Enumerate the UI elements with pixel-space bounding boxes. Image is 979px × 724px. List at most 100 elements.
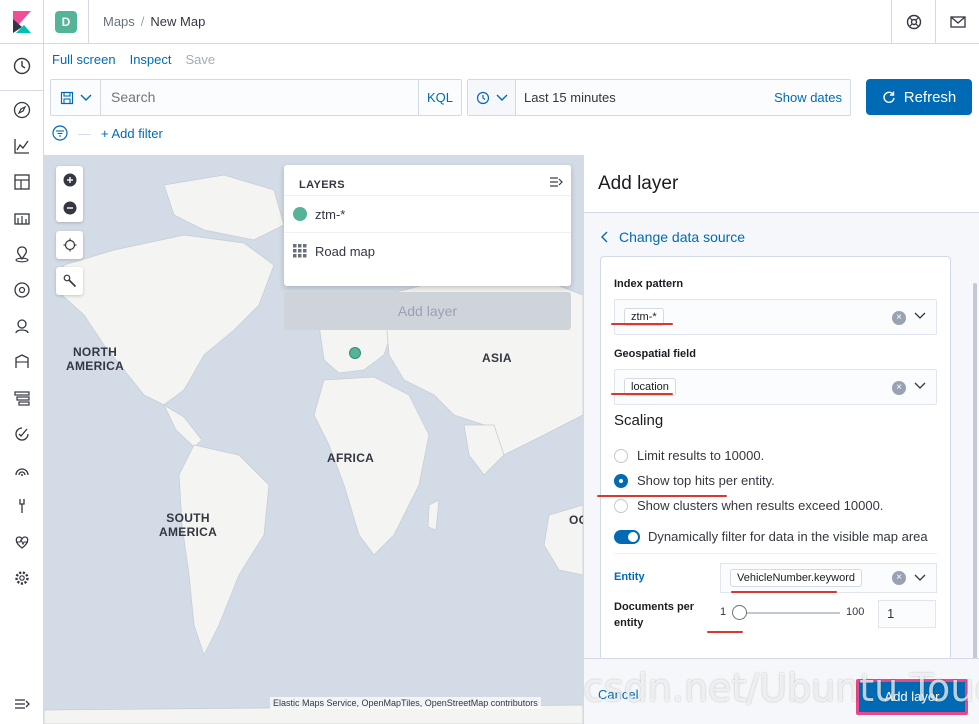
chevron-down-icon [80, 94, 91, 101]
dynamic-filter-switch[interactable] [614, 529, 640, 544]
left-nav [0, 44, 44, 724]
change-data-source-link[interactable]: Change data source [601, 229, 745, 245]
maps-icon[interactable] [12, 244, 32, 264]
map-canvas[interactable]: NORTH AMERICA SOUTH AMERICA AFRICA ASIA … [44, 155, 583, 724]
layer-name: Road map [315, 243, 375, 259]
infra-icon[interactable] [12, 424, 32, 444]
clear-icon[interactable]: × [892, 311, 906, 325]
chevron-down-icon[interactable] [914, 572, 926, 584]
circle-icon [293, 207, 307, 221]
layer-name: ztm-* [315, 206, 346, 222]
query-bar: KQL [50, 79, 462, 116]
breadcrumb-maps[interactable]: Maps [103, 14, 135, 29]
clock-icon[interactable] [12, 56, 32, 76]
layers-panel: LAYERS ztm-* Road map [284, 165, 571, 286]
dev-tools-icon[interactable] [12, 496, 32, 516]
annotation-underline [707, 631, 743, 633]
zoom-out-button[interactable] [56, 194, 83, 222]
filter-options-icon[interactable] [52, 125, 68, 141]
collapse-icon[interactable] [12, 694, 32, 714]
label-oceania: OC [569, 513, 583, 527]
label-north-america: NORTH AMERICA [66, 345, 125, 373]
uptime-icon[interactable] [12, 388, 32, 408]
watermark: csdn.net/Ubuntu Touch [583, 666, 979, 710]
divider [614, 553, 937, 554]
radio-button[interactable] [614, 498, 628, 513]
label-asia: ASIA [482, 351, 512, 365]
entity-marker[interactable] [349, 347, 361, 359]
dynamic-filter-row[interactable]: Dynamically filter for data in the visib… [614, 529, 928, 544]
docs-per-entity-input[interactable]: 1 [878, 600, 936, 628]
zoom-in-button[interactable] [56, 166, 83, 194]
space-avatar[interactable]: D [55, 11, 77, 33]
settings-icon[interactable] [12, 568, 32, 588]
help-button[interactable] [891, 0, 935, 44]
breadcrumb: Maps / New Map [88, 0, 205, 44]
save-icon [60, 91, 73, 104]
annotation-underline [611, 323, 673, 325]
quick-select-button[interactable] [468, 80, 516, 115]
full-screen-link[interactable]: Full screen [52, 52, 116, 67]
radio-top-hits[interactable]: Show top hits per entity. [614, 473, 775, 488]
radio-button-selected[interactable] [614, 473, 628, 488]
breadcrumb-current: New Map [150, 14, 206, 29]
radio-button[interactable] [614, 448, 628, 463]
canvas-icon[interactable] [12, 208, 32, 228]
map-attribution[interactable]: Elastic Maps Service, OpenMapTiles, Open… [270, 697, 541, 709]
radio-label: Show top hits per entity. [637, 473, 775, 488]
clear-icon[interactable]: × [892, 381, 906, 395]
refresh-label: Refresh [903, 88, 957, 106]
chevron-down-icon[interactable] [914, 380, 926, 392]
compass-icon[interactable] [12, 100, 32, 120]
refresh-button[interactable]: Refresh [866, 79, 972, 115]
range-track[interactable] [738, 612, 840, 614]
kql-toggle[interactable]: KQL [418, 80, 461, 115]
dashboard-icon[interactable] [12, 172, 32, 192]
clear-icon[interactable]: × [892, 571, 906, 585]
apm-icon[interactable] [12, 352, 32, 372]
logs-icon[interactable] [12, 460, 32, 480]
top-nav-menu: Full screen Inspect Save [52, 52, 229, 67]
range-max: 100 [846, 606, 865, 618]
layers-title: LAYERS [299, 179, 346, 191]
inspect-link[interactable]: Inspect [130, 52, 172, 67]
show-dates-link[interactable]: Show dates [774, 80, 842, 115]
collapse-layers-button[interactable] [549, 175, 563, 191]
chevron-down-icon[interactable] [914, 310, 926, 322]
entity-label: Entity [614, 571, 645, 583]
change-data-source-label: Change data source [619, 229, 746, 245]
index-pattern-combobox[interactable]: ztm-* × [614, 299, 937, 335]
save-link[interactable]: Save [186, 52, 216, 67]
date-range-text[interactable]: Last 15 minutes [524, 80, 616, 115]
zoom-controls [56, 166, 83, 222]
docs-per-entity-label: Documents per entity [614, 601, 695, 629]
add-layer-button-disabled[interactable]: Add layer [284, 292, 571, 330]
ml-icon[interactable] [12, 280, 32, 300]
radio-clusters[interactable]: Show clusters when results exceed 10000. [614, 498, 883, 513]
radio-limit-results[interactable]: Limit results to 10000. [614, 448, 764, 463]
mail-button[interactable] [935, 0, 979, 44]
range-thumb[interactable] [732, 605, 747, 620]
visualize-icon[interactable] [12, 136, 32, 156]
entity-combobox[interactable]: VehicleNumber.keyword × [720, 563, 937, 593]
kibana-logo[interactable] [0, 0, 44, 44]
scrollbar[interactable] [973, 283, 977, 693]
plus-icon [63, 173, 76, 187]
minus-icon [63, 201, 76, 215]
geo-field-combobox[interactable]: location × [614, 369, 937, 405]
radio-label: Show clusters when results exceed 10000. [637, 498, 884, 513]
label-africa: AFRICA [327, 451, 375, 465]
layer-row-ztm[interactable]: ztm-* [284, 195, 571, 232]
monitoring-icon[interactable] [12, 532, 32, 552]
draw-tools-button[interactable] [56, 267, 83, 295]
scaling-title: Scaling [614, 412, 664, 429]
add-filter-button[interactable]: + Add filter [101, 126, 163, 141]
search-input[interactable] [111, 80, 411, 115]
saved-query-button[interactable] [51, 80, 101, 115]
layer-row-road-map[interactable]: Road map [284, 232, 571, 269]
annotation-underline [611, 393, 673, 395]
set-view-button[interactable] [56, 231, 83, 259]
entity-pill: VehicleNumber.keyword [730, 569, 863, 587]
mail-icon [949, 16, 966, 28]
siem-icon[interactable] [12, 316, 32, 336]
